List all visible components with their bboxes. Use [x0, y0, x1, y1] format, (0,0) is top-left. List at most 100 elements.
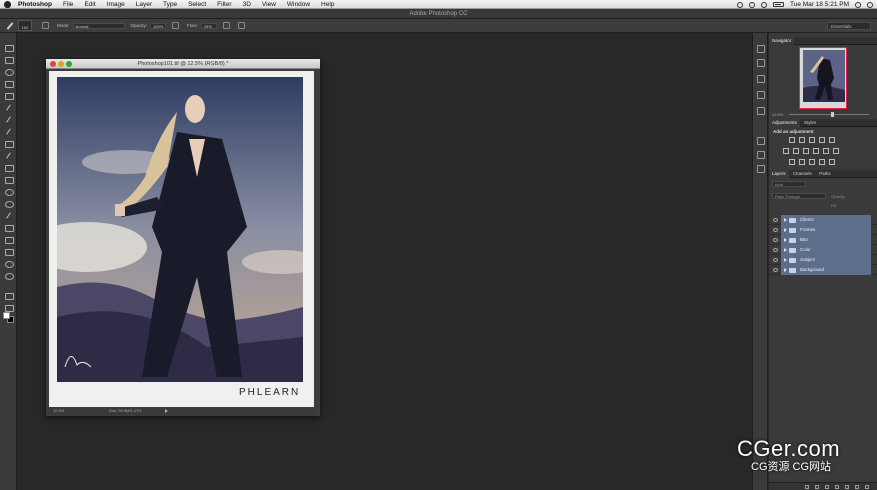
- close-window-icon[interactable]: [50, 61, 56, 67]
- layer-blend-mode[interactable]: Pass Through: [772, 193, 826, 199]
- vibrance-icon[interactable]: [829, 137, 835, 143]
- menu-edit[interactable]: Edit: [84, 1, 95, 8]
- color-lookup-icon[interactable]: [833, 148, 839, 154]
- tab-channels[interactable]: Channels: [790, 170, 815, 178]
- layer-mask-icon[interactable]: [825, 485, 829, 489]
- disclosure-triangle-icon[interactable]: [784, 268, 787, 272]
- layer-row[interactable]: Frames: [769, 225, 877, 235]
- disclosure-triangle-icon[interactable]: [784, 248, 787, 252]
- color-balance-icon[interactable]: [793, 148, 799, 154]
- disclosure-triangle-icon[interactable]: [784, 228, 787, 232]
- character-panel-icon[interactable]: [757, 151, 765, 159]
- eraser-tool-icon[interactable]: [4, 163, 14, 172]
- disclosure-triangle-icon[interactable]: [784, 258, 787, 262]
- menu-select[interactable]: Select: [188, 1, 206, 8]
- zoom-tool-icon[interactable]: [4, 271, 14, 280]
- menu-filter[interactable]: Filter: [217, 1, 231, 8]
- menu-type[interactable]: Type: [163, 1, 177, 8]
- quick-selection-tool-icon[interactable]: [4, 79, 14, 88]
- layer-row[interactable]: Blur: [769, 235, 877, 245]
- brush-panel-toggle-icon[interactable]: [42, 22, 49, 29]
- visibility-eye-icon[interactable]: [773, 258, 778, 262]
- levels-icon[interactable]: [799, 137, 805, 143]
- brush-panel-icon[interactable]: [757, 137, 765, 145]
- menu-view[interactable]: View: [262, 1, 276, 8]
- crop-tool-icon[interactable]: [4, 91, 14, 100]
- volume-icon[interactable]: [760, 1, 767, 8]
- flow-field[interactable]: 29%: [200, 22, 217, 29]
- workspace-switcher[interactable]: Essentials: [827, 22, 871, 30]
- document-canvas[interactable]: PHLEARN: [49, 71, 314, 407]
- layer-row[interactable]: Clients: [769, 215, 877, 225]
- apple-logo-icon[interactable]: [4, 0, 11, 8]
- pressure-opacity-icon[interactable]: [172, 22, 180, 29]
- brush-tool-icon[interactable]: [4, 127, 13, 136]
- posterize-icon[interactable]: [799, 159, 805, 165]
- visibility-eye-icon[interactable]: [773, 268, 778, 272]
- marquee-tool-icon[interactable]: [4, 55, 14, 64]
- layer-group[interactable]: Subject: [781, 255, 871, 265]
- clone-stamp-tool-icon[interactable]: [4, 139, 14, 148]
- tab-paths[interactable]: Paths: [816, 170, 834, 178]
- exposure-icon[interactable]: [819, 137, 825, 143]
- adjustment-layer-icon[interactable]: [835, 485, 839, 489]
- quick-mask-icon[interactable]: [4, 291, 14, 300]
- visibility-eye-icon[interactable]: [773, 218, 778, 222]
- photo-filter-icon[interactable]: [813, 148, 819, 154]
- channel-mixer-icon[interactable]: [823, 148, 829, 154]
- brush-size-preset[interactable]: 100: [18, 20, 32, 31]
- navigator-zoom-slider[interactable]: [789, 112, 869, 117]
- menu-layer[interactable]: Layer: [136, 1, 152, 8]
- layer-group[interactable]: Frames: [781, 225, 871, 235]
- battery-icon[interactable]: [772, 2, 784, 7]
- zoom-window-icon[interactable]: [66, 61, 72, 67]
- pen-tool-icon[interactable]: [4, 211, 13, 220]
- blur-tool-icon[interactable]: [4, 187, 14, 196]
- brightness-contrast-icon[interactable]: [789, 137, 795, 143]
- history-panel-icon[interactable]: [757, 45, 765, 53]
- mode-select[interactable]: Normal: [72, 22, 125, 29]
- invert-icon[interactable]: [789, 159, 795, 165]
- document-zoom[interactable]: 12.5%: [53, 407, 64, 415]
- visibility-eye-icon[interactable]: [773, 228, 778, 232]
- navigator-zoom-value[interactable]: 12.5%: [772, 112, 783, 117]
- info-panel-icon[interactable]: [757, 91, 765, 99]
- menu-window[interactable]: Window: [287, 1, 310, 8]
- disclosure-triangle-icon[interactable]: [784, 218, 787, 222]
- notification-center-icon[interactable]: [867, 1, 873, 8]
- navigator-zoom-knob[interactable]: [831, 112, 835, 117]
- layer-row[interactable]: Background: [769, 265, 877, 275]
- hand-tool-icon[interactable]: [4, 259, 14, 268]
- black-white-icon[interactable]: [803, 148, 809, 154]
- eyedropper-tool-icon[interactable]: [4, 103, 13, 112]
- screen-mode-icon[interactable]: [4, 303, 14, 312]
- properties-panel-icon[interactable]: [757, 75, 765, 83]
- menu-app-name[interactable]: Photoshop: [18, 1, 52, 8]
- layer-kind-filter[interactable]: Kind: [772, 181, 806, 187]
- layer-style-icon[interactable]: [815, 485, 819, 489]
- wifi-icon[interactable]: [748, 1, 755, 8]
- threshold-icon[interactable]: [809, 159, 815, 165]
- menu-3d[interactable]: 3D: [243, 1, 251, 8]
- opacity-field[interactable]: 100%: [150, 22, 167, 29]
- disclosure-triangle-icon[interactable]: [784, 238, 787, 242]
- layer-group[interactable]: Clients: [781, 215, 871, 225]
- hue-saturation-icon[interactable]: [783, 148, 789, 154]
- layer-group[interactable]: Blur: [781, 235, 871, 245]
- link-layers-icon[interactable]: [805, 485, 809, 489]
- brush-tool-preset-icon[interactable]: [6, 22, 14, 30]
- lasso-tool-icon[interactable]: [4, 67, 14, 76]
- path-selection-tool-icon[interactable]: [4, 235, 14, 244]
- menu-clock[interactable]: Tue Mar 18 5:21 PM: [790, 1, 849, 8]
- tab-styles[interactable]: Styles: [801, 119, 819, 127]
- swatches-panel-icon[interactable]: [757, 107, 765, 115]
- spotlight-search-icon[interactable]: [855, 1, 861, 8]
- dodge-tool-icon[interactable]: [4, 199, 14, 208]
- document-title-bar[interactable]: Photoshop101.tif @ 12.5% (RGB/8) *: [46, 59, 320, 69]
- airbrush-icon[interactable]: [222, 22, 230, 29]
- tab-navigator[interactable]: Navigator: [769, 37, 795, 45]
- delete-layer-icon[interactable]: [865, 485, 869, 489]
- layer-group[interactable]: Background: [781, 265, 871, 275]
- visibility-eye-icon[interactable]: [773, 238, 778, 242]
- menu-file[interactable]: File: [63, 1, 73, 8]
